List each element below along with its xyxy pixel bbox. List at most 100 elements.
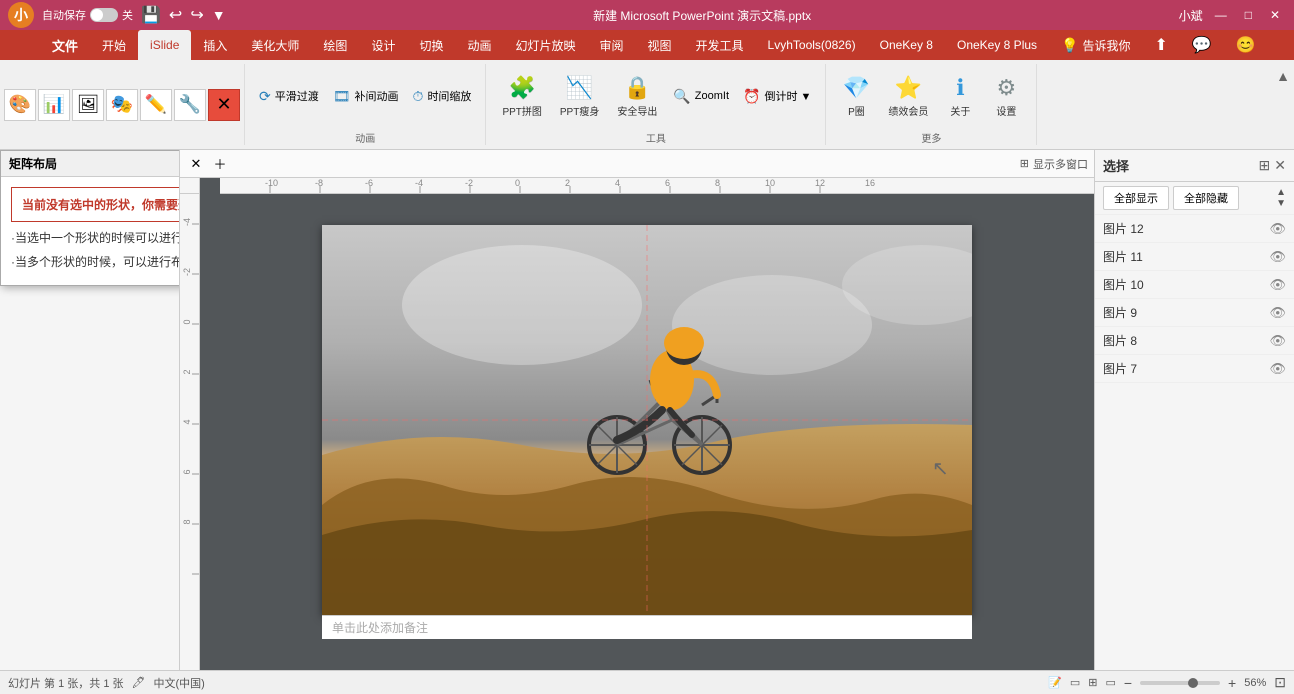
- tab-beautify[interactable]: 美化大师: [239, 30, 311, 60]
- layer-item-12[interactable]: 图片 12 👁: [1095, 215, 1294, 243]
- hide-all-btn[interactable]: 全部隐藏: [1173, 186, 1239, 210]
- view-normal-btn[interactable]: ▭: [1070, 676, 1080, 689]
- visibility-row: 全部显示 全部隐藏 ▲ ▼: [1095, 182, 1294, 215]
- ribbon-collapse-btn[interactable]: ▲: [1276, 68, 1290, 84]
- layer-down-btn[interactable]: ▼: [1276, 198, 1286, 209]
- language-indicator: 🖊: [132, 676, 146, 689]
- editor-toolbar: ✕ ＋ ⊞ 显示多窗口: [180, 150, 1094, 178]
- ribbon-tool-2[interactable]: 📊: [38, 89, 70, 121]
- undo-icon[interactable]: ↩: [169, 5, 182, 25]
- right-panel-close-btn[interactable]: ✕: [1274, 157, 1286, 174]
- tab-slideshow[interactable]: 幻灯片放映: [503, 30, 587, 60]
- dialog-content: 当前没有选中的形状，你需要选择一个或者多个形状才能操作！ ·当选中一个形状的时候…: [1, 177, 180, 285]
- tab-transition[interactable]: 切换: [407, 30, 455, 60]
- layer-eye-9[interactable]: 👁: [1269, 305, 1286, 321]
- about-btn[interactable]: ℹ 关于: [938, 71, 982, 122]
- status-bar-right: 📝 ▭ ⊞ ▭ − + 56% ⊡: [1048, 674, 1286, 691]
- ribbon-tool-7[interactable]: ✕: [208, 89, 240, 121]
- tab-islide[interactable]: iSlide: [138, 30, 191, 60]
- ruler-h-svg: -10 -8 -6 -4 -2 0 2 4 6 8 10 12 16: [220, 178, 1094, 194]
- add-slide-btn[interactable]: ＋: [210, 154, 230, 174]
- close-btn[interactable]: ✕: [1264, 6, 1286, 24]
- tab-insert[interactable]: 插入: [191, 30, 239, 60]
- svg-text:6: 6: [182, 469, 192, 474]
- svg-text:2: 2: [182, 369, 192, 374]
- share-btn[interactable]: ⬆: [1142, 30, 1179, 60]
- svg-text:-2: -2: [182, 268, 192, 276]
- ribbon-tool-3[interactable]: 🖼: [72, 89, 104, 121]
- p-circle-btn[interactable]: 💎 P圈: [834, 71, 878, 122]
- ribbon-tool-6[interactable]: 🔧: [174, 89, 206, 121]
- tab-file[interactable]: 文件: [40, 30, 90, 60]
- svg-text:-2: -2: [465, 178, 473, 188]
- comment-btn[interactable]: 💬: [1180, 30, 1224, 60]
- time-scale-btn[interactable]: ⏱ 时间缩放: [407, 86, 478, 107]
- dialog-title-bar: 矩阵布局 ? ✕: [1, 151, 180, 177]
- right-panel-buttons: ⊞ ✕: [1259, 157, 1286, 174]
- more-icon[interactable]: ▼: [212, 7, 226, 23]
- ppt-slim-btn[interactable]: 📉 PPT瘦身: [552, 71, 607, 122]
- view-grid-btn[interactable]: ⊞: [1088, 676, 1097, 689]
- layer-up-btn[interactable]: ▲: [1276, 187, 1286, 198]
- ribbon-tool-1[interactable]: 🎨: [4, 89, 36, 121]
- slide-canvas[interactable]: ↖ 单击此处添加备注: [322, 225, 972, 639]
- save-icon[interactable]: 💾: [141, 5, 161, 25]
- autosave-area: 自动保存 关: [42, 7, 133, 23]
- safe-export-btn[interactable]: 🔒 安全导出: [609, 71, 665, 122]
- tab-review[interactable]: 审阅: [588, 30, 636, 60]
- maximize-btn[interactable]: □: [1239, 6, 1258, 24]
- tab-animation[interactable]: 动画: [455, 30, 503, 60]
- display-multi-window-btn[interactable]: ⊞ 显示多窗口: [1020, 156, 1088, 172]
- multi-window-label: 显示多窗口: [1033, 156, 1088, 172]
- zoom-out-btn[interactable]: −: [1124, 675, 1132, 691]
- notes-icon[interactable]: 📝: [1048, 676, 1062, 689]
- minimize-btn[interactable]: —: [1209, 6, 1233, 24]
- zoomit-btn[interactable]: 🔍 ZoomIt: [667, 86, 735, 107]
- layer-name-10: 图片 10: [1103, 276, 1265, 293]
- autosave-toggle[interactable]: [90, 8, 118, 22]
- right-panel-header: 选择 ⊞ ✕: [1095, 150, 1294, 182]
- settings-btn[interactable]: ⚙ 设置: [984, 71, 1028, 122]
- tab-draw[interactable]: 绘图: [311, 30, 359, 60]
- ribbon-tool-5[interactable]: ✏️: [140, 89, 172, 121]
- ppt-puzzle-btn[interactable]: 🧩 PPT拼图: [494, 71, 549, 122]
- tab-help[interactable]: 💡告诉我你: [1049, 30, 1142, 60]
- tab-lvyhtools[interactable]: LvyhTools(0826): [756, 30, 868, 60]
- avatar: 小: [8, 2, 34, 28]
- tab-view[interactable]: 视图: [636, 30, 684, 60]
- right-panel-expand-btn[interactable]: ⊞: [1259, 157, 1271, 174]
- layer-item-7[interactable]: 图片 7 👁: [1095, 355, 1294, 383]
- ribbon-tool-4[interactable]: 🎭: [106, 89, 138, 121]
- layer-eye-10[interactable]: 👁: [1269, 277, 1286, 293]
- slide-caption[interactable]: 单击此处添加备注: [322, 615, 972, 639]
- zoom-slider[interactable]: [1140, 681, 1220, 685]
- layer-item-9[interactable]: 图片 9 👁: [1095, 299, 1294, 327]
- tab-onekey8plus[interactable]: OneKey 8 Plus: [945, 30, 1049, 60]
- svg-text:8: 8: [182, 519, 192, 524]
- tab-developer[interactable]: 开发工具: [684, 30, 756, 60]
- show-all-btn[interactable]: 全部显示: [1103, 186, 1169, 210]
- close-slide-btn[interactable]: ✕: [186, 154, 206, 174]
- smooth-transition-btn[interactable]: ⟳ 平滑过渡: [253, 86, 325, 107]
- layer-item-8[interactable]: 图片 8 👁: [1095, 327, 1294, 355]
- svg-text:16: 16: [865, 178, 875, 188]
- view-present-btn[interactable]: ▭: [1105, 676, 1115, 689]
- tab-home[interactable]: 开始: [90, 30, 138, 60]
- layer-eye-12[interactable]: 👁: [1269, 221, 1286, 237]
- tab-design[interactable]: 设计: [359, 30, 407, 60]
- svg-text:4: 4: [182, 419, 192, 424]
- layer-eye-8[interactable]: 👁: [1269, 333, 1286, 349]
- emoji-btn[interactable]: 😊: [1224, 30, 1268, 60]
- layer-eye-11[interactable]: 👁: [1269, 249, 1286, 265]
- layer-item-11[interactable]: 图片 11 👁: [1095, 243, 1294, 271]
- performance-member-btn[interactable]: ⭐ 绩效会员: [880, 71, 936, 122]
- tab-onekey8[interactable]: OneKey 8: [868, 30, 945, 60]
- countdown-btn[interactable]: ⏰ 倒计时 ▼: [737, 86, 817, 107]
- layer-item-10[interactable]: 图片 10 👁: [1095, 271, 1294, 299]
- layer-eye-7[interactable]: 👁: [1269, 361, 1286, 377]
- redo-icon[interactable]: ↪: [190, 5, 203, 25]
- zoom-in-btn[interactable]: +: [1228, 675, 1236, 691]
- fit-window-btn[interactable]: ⊡: [1274, 674, 1286, 691]
- tween-animation-btn[interactable]: 🎞 补间动画: [327, 86, 405, 107]
- layer-name-8: 图片 8: [1103, 332, 1265, 349]
